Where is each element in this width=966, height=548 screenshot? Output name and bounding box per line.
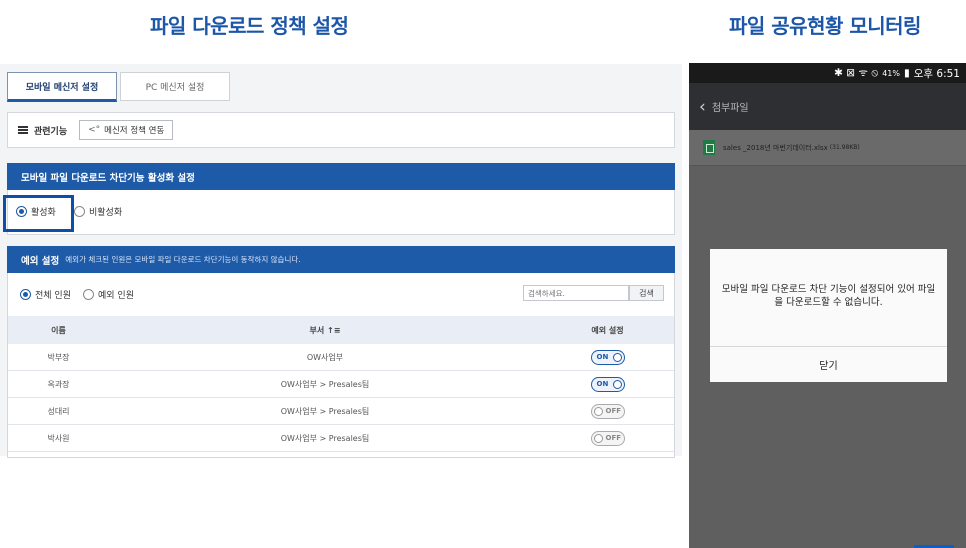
block-function-section-title: 모바일 파일 다운로드 차단기능 활성화 설정 xyxy=(7,163,675,190)
cell-dept: OW사업부 > Presales팀 xyxy=(280,379,370,389)
cell-dept: OW사업부 > Presales팀 xyxy=(280,433,370,443)
highlight-box xyxy=(3,195,74,232)
block-function-title: 모바일 파일 다운로드 차단기능 활성화 설정 xyxy=(21,172,195,184)
attachment-filename: sales _2018년 마번기데이터.xlsx xyxy=(723,143,828,152)
attachment-size: (31.98KB) xyxy=(829,144,860,151)
table-row: 성대리 OW사업부 > Presales팀 OFF xyxy=(8,398,674,425)
cell-dept: OW사업부 > Presales팀 xyxy=(280,406,370,416)
status-icons: ✱ ⊠ ᯤ ⦸ xyxy=(834,67,879,79)
block-alert-dialog: 모바일 파일 다운로드 차단 기능이 설정되어 있어 파일을 다운로드할 수 없… xyxy=(710,249,947,382)
exception-title: 예외 설정 xyxy=(21,255,60,267)
related-features-label: 관련기능 xyxy=(34,126,68,137)
exception-toggle[interactable]: ON xyxy=(590,349,625,365)
radio-exception-members[interactable]: 예외 인원 xyxy=(83,288,134,301)
phone-screen: ✱ ⊠ ᯤ ⦸ 41% ▮ 오후 6:51 ‹ 첨부파일 sales _2018… xyxy=(689,63,966,548)
back-arrow-icon[interactable]: ‹ xyxy=(699,97,706,117)
policy-link-label: 메신저 정책 연동 xyxy=(104,126,165,136)
toggle-label: ON xyxy=(596,380,609,388)
radio-exception-members-dot xyxy=(83,289,94,300)
table-header: 이름 부서 ↑≡ 예외 설정 xyxy=(8,316,674,344)
exception-subtitle: 예외가 체크된 인원은 모바일 파일 다운로드 차단기능이 동작하지 않습니다. xyxy=(65,255,301,264)
cell-dept: OW사업부 xyxy=(306,352,344,362)
status-time: 오후 6:51 xyxy=(913,67,960,80)
related-features-bar: 관련기능 <° 메신저 정책 연동 xyxy=(7,112,675,148)
toggle-label: OFF xyxy=(605,407,622,415)
radio-all-members-dot xyxy=(20,289,31,300)
col-exception[interactable]: 예외 설정 xyxy=(541,325,674,336)
radio-all-members[interactable]: 전체 인원 xyxy=(20,288,71,301)
right-heading: 파일 공유현황 모니터링 xyxy=(729,14,921,38)
cell-toggle: ON xyxy=(541,376,674,392)
dialog-close-button[interactable]: 닫기 xyxy=(710,347,947,382)
tab-mobile-messenger[interactable]: 모바일 메신저 설정 xyxy=(7,72,117,102)
radio-exception-members-label: 예외 인원 xyxy=(98,291,134,301)
radio-disable-label: 비활성화 xyxy=(89,208,123,218)
radio-disable-dot xyxy=(74,206,85,217)
member-table: 이름 부서 ↑≡ 예외 설정 박부장 OW사업부 ON 옥과장 OW사업부 > … xyxy=(8,316,674,452)
status-bar: ✱ ⊠ ᯤ ⦸ 41% ▮ 오후 6:51 xyxy=(689,63,966,83)
toggle-knob xyxy=(593,433,603,443)
toggle-label: ON xyxy=(596,353,609,361)
toggle-label: OFF xyxy=(605,434,622,442)
app-bar-title: 첨부파일 xyxy=(711,103,749,114)
attachment-item[interactable]: sales _2018년 마번기데이터.xlsx (31.98KB) xyxy=(689,130,966,166)
exception-toggle[interactable]: ON xyxy=(590,376,625,392)
table-row: 옥과장 OW사업부 > Presales팀 ON xyxy=(8,371,674,398)
col-dept[interactable]: 부서 ↑≡ xyxy=(109,325,541,336)
exception-toggle[interactable]: OFF xyxy=(590,430,625,446)
radio-disable[interactable]: 비활성화 xyxy=(74,205,122,218)
app-bar: ‹ 첨부파일 xyxy=(689,83,966,130)
toggle-knob xyxy=(612,379,622,389)
table-row: 박사원 OW사업부 > Presales팀 OFF xyxy=(8,425,674,452)
search-input[interactable] xyxy=(523,285,629,301)
cell-name: 박사원 xyxy=(47,433,70,443)
table-row: 박부장 OW사업부 ON xyxy=(8,344,674,371)
battery-percent: 41% xyxy=(882,68,900,78)
battery-icon: ▮ xyxy=(903,67,910,79)
col-name[interactable]: 이름 xyxy=(8,325,109,336)
cell-toggle: ON xyxy=(541,349,674,365)
cell-name: 옥과장 xyxy=(47,379,70,389)
menu-icon xyxy=(18,126,28,134)
block-function-section: 활성화 비활성화 xyxy=(7,190,675,235)
exception-toggle[interactable]: OFF xyxy=(590,403,625,419)
cell-name: 성대리 xyxy=(47,406,70,416)
toggle-knob xyxy=(593,406,603,416)
toggle-knob xyxy=(612,352,622,362)
cell-toggle: OFF xyxy=(541,430,674,446)
tab-pc-messenger[interactable]: PC 메신저 설정 xyxy=(120,72,230,101)
cell-name: 박부장 xyxy=(47,352,70,362)
dialog-message: 모바일 파일 다운로드 차단 기능이 설정되어 있어 파일을 다운로드할 수 없… xyxy=(721,284,936,308)
share-icon: <° xyxy=(88,125,101,135)
search-button[interactable]: 검색 xyxy=(629,285,664,301)
excel-file-icon xyxy=(703,140,715,155)
exception-section-title: 예외 설정 예외가 체크된 인원은 모바일 파일 다운로드 차단기능이 동작하지… xyxy=(7,246,675,273)
cell-toggle: OFF xyxy=(541,403,674,419)
left-heading: 파일 다운로드 정책 설정 xyxy=(150,14,349,38)
exception-section: 전체 인원 예외 인원 검색 이름 부서 ↑≡ 예외 설정 박부장 OW사업부 … xyxy=(7,273,675,458)
policy-link-button[interactable]: <° 메신저 정책 연동 xyxy=(79,120,174,140)
radio-all-members-label: 전체 인원 xyxy=(35,291,71,301)
admin-panel: 모바일 메신저 설정 PC 메신저 설정 관련기능 <° 메신저 정책 연동 모… xyxy=(0,64,682,458)
